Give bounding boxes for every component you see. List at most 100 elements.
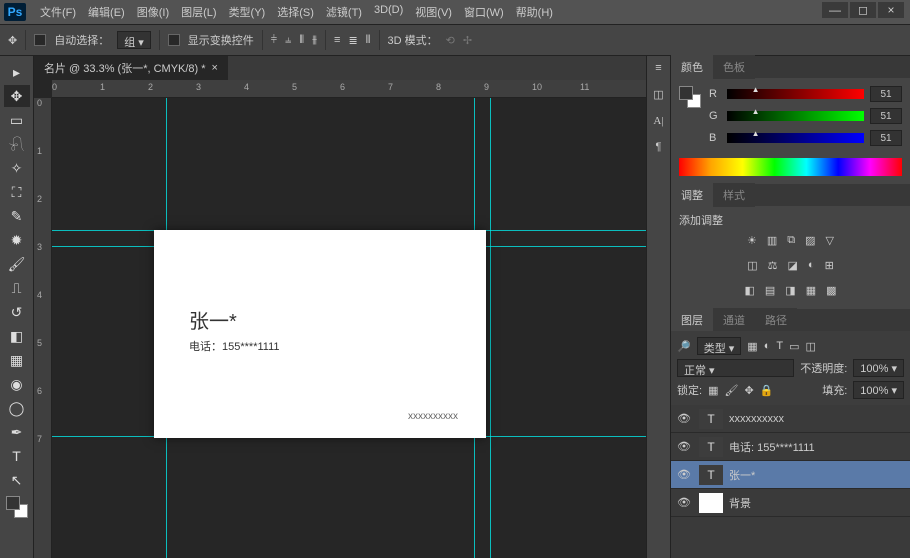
exposure-icon[interactable]: ▨ xyxy=(805,234,815,247)
close-icon[interactable]: × xyxy=(212,62,218,74)
marquee-tool[interactable]: ▭ xyxy=(4,109,30,131)
tab-channels[interactable]: 通道 xyxy=(713,308,755,332)
tab-paths[interactable]: 路径 xyxy=(755,308,797,332)
menu-item[interactable]: 图层(L) xyxy=(175,4,222,20)
menu-item[interactable]: 帮助(H) xyxy=(510,4,559,20)
auto-select-checkbox[interactable] xyxy=(34,34,46,46)
heal-tool[interactable]: ✹ xyxy=(4,229,30,251)
gradient-tool[interactable]: ▦ xyxy=(4,349,30,371)
visibility-icon[interactable]: 👁 xyxy=(677,412,693,425)
artboard[interactable]: 张一* 电话：155****1111 xxxxxxxxxx xyxy=(154,230,486,438)
menu-item[interactable]: 窗口(W) xyxy=(458,4,510,20)
lock-all-icon[interactable]: 🔒 xyxy=(760,384,774,397)
color-swatch[interactable] xyxy=(6,496,28,518)
distribute-icon[interactable]: ⦀ xyxy=(366,34,371,47)
invert-icon[interactable]: ◧ xyxy=(744,284,754,297)
vibrance-icon[interactable]: ▽ xyxy=(826,234,834,247)
visibility-icon[interactable]: 👁 xyxy=(677,468,693,481)
document-tab[interactable]: 名片 @ 33.3% (张一*, CMYK/8) * × xyxy=(34,56,228,80)
mixer-icon[interactable]: ⊞ xyxy=(825,259,834,272)
g-value[interactable]: 51 xyxy=(870,108,902,124)
balance-icon[interactable]: ⚖ xyxy=(768,259,778,272)
menu-item[interactable]: 图像(I) xyxy=(131,4,175,20)
opacity-input[interactable]: 100% ▾ xyxy=(853,359,904,377)
r-value[interactable]: 51 xyxy=(870,86,902,102)
pen-tool[interactable]: ✒ xyxy=(4,421,30,443)
menu-item[interactable]: 视图(V) xyxy=(409,4,458,20)
character-icon[interactable]: A| xyxy=(653,115,663,127)
filter-pixel-icon[interactable]: ▦ xyxy=(747,340,757,353)
blur-tool[interactable]: ◉ xyxy=(4,373,30,395)
align-icon[interactable]: ⫨ xyxy=(285,34,291,47)
path-tool[interactable]: ↖ xyxy=(4,469,30,491)
wand-tool[interactable]: ✧ xyxy=(4,157,30,179)
mode3d-icon[interactable]: ✢ xyxy=(463,34,472,47)
blend-mode[interactable]: 正常 ▾ xyxy=(677,359,794,377)
close-button[interactable]: × xyxy=(878,2,904,18)
b-value[interactable]: 51 xyxy=(870,130,902,146)
card-footer-text[interactable]: xxxxxxxxxx xyxy=(408,411,458,422)
history-brush-tool[interactable]: ↺ xyxy=(4,301,30,323)
auto-select-target[interactable]: 组 ▾ xyxy=(117,31,151,49)
layer-row[interactable]: 👁背景 xyxy=(671,489,910,517)
mode3d-icon[interactable]: ⟲ xyxy=(446,34,455,47)
lasso-tool[interactable]: 𓍯 xyxy=(4,133,30,155)
filter-type-icon[interactable]: T xyxy=(776,340,783,352)
maximize-button[interactable]: ◻ xyxy=(850,2,876,18)
tab-color[interactable]: 颜色 xyxy=(671,55,713,79)
paragraph-icon[interactable]: ¶ xyxy=(656,141,662,153)
selective-icon[interactable]: ▩ xyxy=(826,284,836,297)
tab-swatches[interactable]: 色板 xyxy=(713,55,755,79)
r-slider[interactable]: ▲ xyxy=(727,89,864,99)
eraser-tool[interactable]: ◧ xyxy=(4,325,30,347)
layer-row[interactable]: 👁Txxxxxxxxxx xyxy=(671,405,910,433)
filter-shape-icon[interactable]: ▭ xyxy=(789,340,799,353)
tab-layers[interactable]: 图层 xyxy=(671,308,713,332)
levels-icon[interactable]: ▥ xyxy=(767,234,777,247)
menu-item[interactable]: 选择(S) xyxy=(271,4,320,20)
move-tool-icon[interactable]: ✥ xyxy=(8,34,17,47)
menu-item[interactable]: 文件(F) xyxy=(34,4,82,20)
eyedropper-tool[interactable]: ✎ xyxy=(4,205,30,227)
minimize-button[interactable]: — xyxy=(822,2,848,18)
lock-transparent-icon[interactable]: ▦ xyxy=(708,384,718,397)
brush-tool[interactable]: 🖌 xyxy=(4,253,30,275)
brightness-icon[interactable]: ☀ xyxy=(747,234,757,247)
ruler-vertical[interactable]: 01234567 xyxy=(34,98,52,558)
card-name-text[interactable]: 张一* xyxy=(189,305,237,334)
align-icon[interactable]: ⫩ xyxy=(271,34,277,47)
filter-type[interactable]: 类型 ▾ xyxy=(697,337,742,355)
menu-item[interactable]: 滤镜(T) xyxy=(320,4,368,20)
color-swatch[interactable] xyxy=(679,86,701,108)
g-slider[interactable]: ▲ xyxy=(727,111,864,121)
align-icon[interactable]: ⫵ xyxy=(312,34,317,47)
menu-item[interactable]: 3D(D) xyxy=(368,4,409,20)
distribute-icon[interactable]: ≡ xyxy=(334,34,340,46)
gradient-map-icon[interactable]: ▦ xyxy=(806,284,816,297)
dodge-tool[interactable]: ◯ xyxy=(4,397,30,419)
transform-controls-checkbox[interactable] xyxy=(168,34,180,46)
tab-adjustments[interactable]: 调整 xyxy=(671,183,713,207)
photo-filter-icon[interactable]: ◐ xyxy=(808,259,815,272)
canvas-stage[interactable]: 张一* 电话：155****1111 xxxxxxxxxx xyxy=(52,98,646,558)
properties-icon[interactable]: ◫ xyxy=(653,88,663,101)
crop-tool[interactable]: ⛶ xyxy=(4,181,30,203)
stamp-tool[interactable]: ⎍ xyxy=(4,277,30,299)
move-tool[interactable]: ✥ xyxy=(4,85,30,107)
filter-adjust-icon[interactable]: ◐ xyxy=(764,340,771,352)
spectrum-picker[interactable] xyxy=(679,158,902,176)
card-phone-text[interactable]: 电话：155****1111 xyxy=(189,338,280,354)
menu-item[interactable]: 类型(Y) xyxy=(223,4,272,20)
lock-pixels-icon[interactable]: 🖌 xyxy=(724,384,738,397)
tab-toggle[interactable]: ▸ xyxy=(4,61,30,83)
distribute-icon[interactable]: ≣ xyxy=(348,34,357,47)
curves-icon[interactable]: ⧉ xyxy=(787,234,795,247)
visibility-icon[interactable]: 👁 xyxy=(677,496,693,509)
history-icon[interactable]: ≡ xyxy=(655,62,661,74)
hue-icon[interactable]: ◫ xyxy=(747,259,757,272)
layer-row[interactable]: 👁T张一* xyxy=(671,461,910,489)
bw-icon[interactable]: ◪ xyxy=(788,259,798,272)
align-icon[interactable]: ⫴ xyxy=(299,34,304,47)
tab-styles[interactable]: 样式 xyxy=(713,183,755,207)
lock-position-icon[interactable]: ✥ xyxy=(744,384,753,397)
